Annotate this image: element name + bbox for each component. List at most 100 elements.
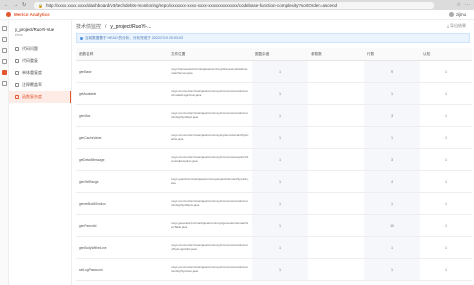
params-cell [308,258,364,281]
cyclomatic-cell: 1 [252,258,308,281]
file-path-cell[interactable]: ruoyi-common/src/main/java/com/ruoyi/sys… [168,126,252,149]
file-path-cell[interactable]: ruoyi-common/src/main/java/com/ruoyi/com… [168,104,252,127]
params-cell [308,170,364,193]
table-row[interactable]: getAvaliable ruoyi-common/src/main/java/c… [76,82,472,105]
cyclomatic-cell: 1 [252,214,308,237]
copy-icon [15,59,19,63]
breadcrumb-parent[interactable]: 技术债监控 [76,23,101,30]
col-cognitive[interactable]: 认知 [420,48,472,61]
table-row[interactable]: genBase ruoyi-framework/src/main/java/com… [76,60,472,83]
cyclomatic-cell: 1 [252,170,308,193]
home-icon[interactable] [1,26,7,31]
col-function[interactable]: 函数名称 [76,48,168,61]
params-cell [308,214,364,237]
reload-icon[interactable]: ↻ [22,0,26,10]
function-name-cell[interactable]: genetrBuildSection [76,192,168,215]
cognitive-cell: 1 [420,60,472,83]
file-path-cell[interactable]: ruoyi-common/src/main/java/com/ruoyi/com… [168,258,252,281]
function-name-cell[interactable]: getAvaliable [76,82,168,105]
forward-icon[interactable]: → [13,0,18,10]
table-row[interactable]: genBodyWithinLine ruoyi-common/src/main/j… [76,236,472,259]
logo-icon [6,12,11,17]
function-name-cell[interactable]: genBodyWithinLine [76,236,168,259]
app-name: Merico Analytics [14,12,50,17]
sidebar-item-unit-duplication[interactable]: 单体重复度 [9,67,71,79]
techdebt-icon[interactable] [1,70,7,75]
info-icon [80,36,83,40]
lines-cell: 9 [364,60,420,83]
sidebar: y_project/RuoYi-Vue ebos 代码问题 代码重复 单体重复度… [9,20,72,285]
user-name: zijmu [455,12,466,17]
bookmark-icon[interactable]: ☆ [457,0,461,10]
table-row[interactable]: genetrBuildSection ruoyi-common/src/main/… [76,192,472,215]
params-cell [308,60,364,83]
cognitive-cell: 1 [420,104,472,127]
table-row[interactable]: genSetRange ruoyi-quartz/src/main/java/co… [76,170,472,193]
settings-icon[interactable] [1,81,7,86]
function-name-cell[interactable]: genCacheValue [76,126,168,149]
table-row[interactable]: genMax ruoyi-common/src/main/java/com/ruo… [76,104,472,127]
params-cell [308,148,364,171]
team-icon[interactable] [1,59,7,64]
sidebar-item-code-issues[interactable]: 代码问题 [9,43,71,55]
function-name-cell[interactable]: genMax [76,104,168,127]
cyclomatic-cell: 1 [252,236,308,259]
params-cell [308,192,364,215]
file-path-cell[interactable]: ruoyi-common/src/main/java/com/ruoyi/com… [168,148,252,171]
comment-icon [15,83,19,87]
project-sub: ebos [15,33,23,37]
function-name-cell[interactable]: getDetailMessage [76,148,168,171]
params-cell [308,126,364,149]
chart-icon[interactable] [1,48,7,53]
repo-icon[interactable] [1,37,7,42]
file-path-cell[interactable]: ruoyi-framework/src/main/java/com/ruoyi/… [168,60,252,83]
table-header-row: 函数名称 文件位置 圈复杂度 参数数 行数 认知 [76,48,472,61]
function-name-cell[interactable]: genSetRange [76,170,168,193]
col-lines[interactable]: 行数 [364,48,420,61]
breadcrumb-separator: / [105,23,107,30]
table-row[interactable]: getDetailMessage ruoyi-common/src/main/ja… [76,148,472,171]
cyclomatic-cell: 1 [252,104,308,127]
table-row[interactable]: genParentId ruoyi-generator/src/main/java… [76,214,472,237]
project-name: y_project/RuoYi-Vue [15,27,55,32]
table-row[interactable]: genCacheValue ruoyi-common/src/main/java/… [76,126,472,149]
notice-text: 当前数据基于 HEAD 的分析，分析完成于 2022/7/19 20:03:03 [85,35,183,40]
file-path-cell[interactable]: ruoyi-quartz/src/main/java/com/ruoyi/qua… [168,170,252,193]
menu-icon[interactable]: ⋯ [465,0,470,10]
lines-cell: 1 [364,192,420,215]
info-notice: 当前数据基于 HEAD 的分析，分析完成于 2022/7/19 20:03:03 [76,33,470,43]
back-icon[interactable]: ← [4,0,9,10]
icon-rail [0,20,9,285]
main-content: 技术债监控 / y_project/RuoYi-... ⤓ 导出结果 当前数据基… [72,20,474,285]
sidebar-item-duplication[interactable]: 代码重复 [9,55,71,67]
file-path-cell[interactable]: ruoyi-common/src/main/java/com/ruoyi/com… [168,82,252,105]
file-path-cell[interactable]: ruoyi-common/src/main/java/com/ruoyi/com… [168,192,252,215]
user-menu[interactable]: zijmu [448,10,466,19]
col-params[interactable]: 参数数 [308,48,364,61]
sidebar-menu: 代码问题 代码重复 单体重复度 注释覆盖率 函数复杂度 [9,43,71,103]
col-cyclomatic[interactable]: 圈复杂度 [252,48,308,61]
function-name-cell[interactable]: genBase [76,60,168,83]
address-bar[interactable]: 🔒 http://xxxx.xxxx.xxxx/dashboard/v3/tec… [34,1,434,9]
lines-cell: 1 [364,82,420,105]
project-selector[interactable]: y_project/RuoYi-Vue ebos [9,20,71,37]
cyclomatic-cell: 1 [252,82,308,105]
browser-toolbar: ← → ↻ 🔒 http://xxxx.xxxx.xxxx/dashboard/… [0,0,474,10]
col-file[interactable]: 文件位置 [168,48,252,61]
lines-cell: 3 [364,148,420,171]
issues-icon [15,47,19,51]
cyclomatic-cell: 1 [252,126,308,149]
function-name-cell[interactable]: genParentId [76,214,168,237]
lines-cell: 10 [364,214,420,237]
function-name-cell[interactable]: setLogPassword [76,258,168,281]
export-button[interactable]: ⤓ 导出结果 [447,23,466,29]
sidebar-item-function-complexity[interactable]: 函数复杂度 [9,91,71,103]
file-path-cell[interactable]: ruoyi-common/src/main/java/com/ruoyi/com… [168,236,252,259]
lines-cell: 1 [364,126,420,149]
cognitive-cell: 1 [420,236,472,259]
sidebar-item-comment-coverage[interactable]: 注释覆盖率 [9,79,71,91]
app-header: Merico Analytics zijmu [0,10,474,20]
cognitive-cell: 1 [420,82,472,105]
table-row[interactable]: setLogPassword ruoyi-common/src/main/java… [76,258,472,281]
file-path-cell[interactable]: ruoyi-generator/src/main/java/com/ruoyi/… [168,214,252,237]
